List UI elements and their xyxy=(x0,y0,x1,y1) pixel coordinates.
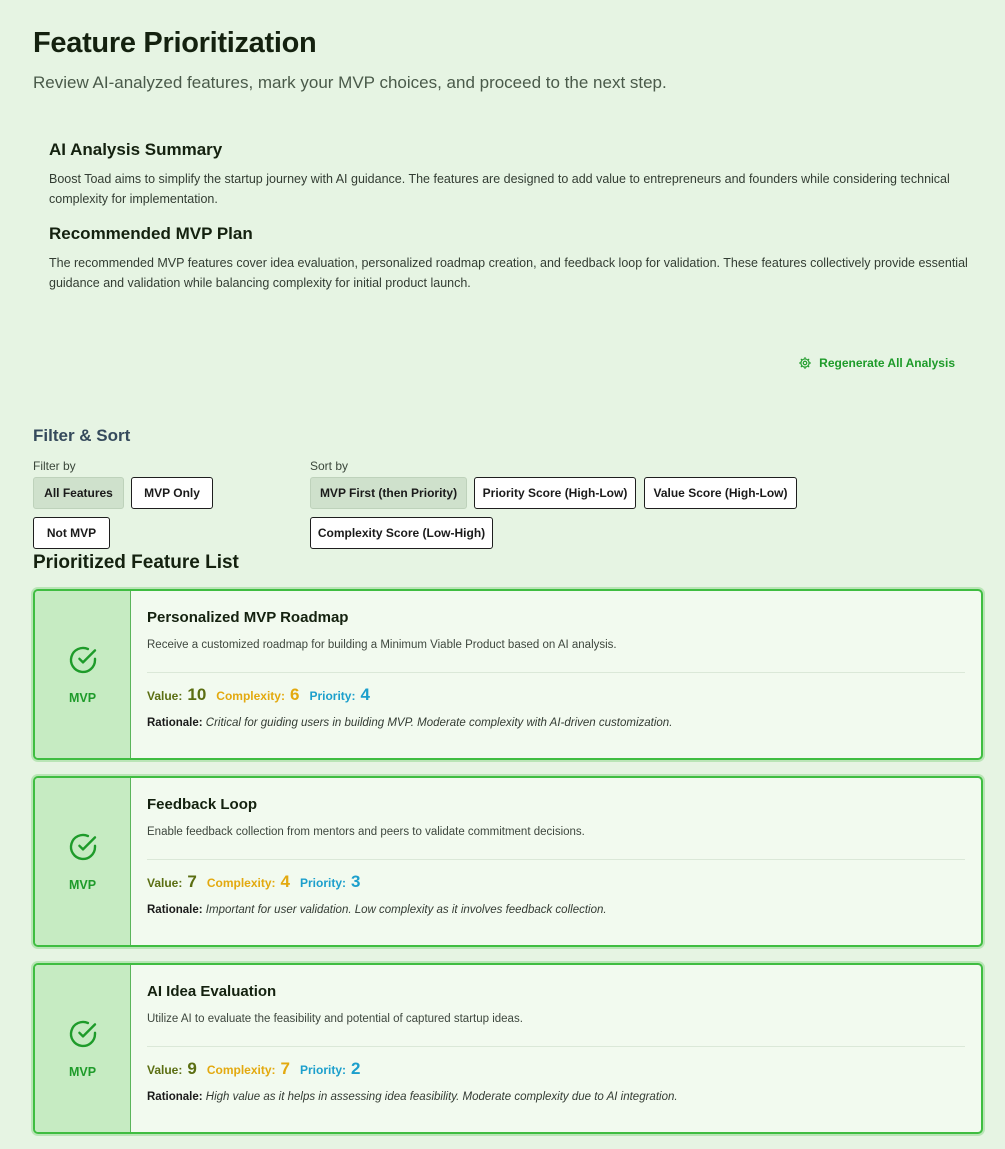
complexity-number: 4 xyxy=(280,872,290,891)
complexity-label: Complexity: xyxy=(206,876,276,890)
filter-all-features-button[interactable]: All Features xyxy=(33,477,124,509)
feature-rationale: Rationale: Important for user validation… xyxy=(147,904,965,916)
value-label: Value: xyxy=(147,876,183,890)
priority-number: 2 xyxy=(351,1059,361,1078)
feature-card[interactable]: MVP Personalized MVP Roadmap Receive a c… xyxy=(33,589,983,760)
rationale-label: Rationale: xyxy=(147,904,203,916)
filter-by-label: Filter by xyxy=(33,459,76,473)
feature-scores: Value: 7 Complexity: 4 Priority: 3 xyxy=(147,872,965,892)
priority-label: Priority: xyxy=(299,1063,346,1077)
value-label: Value: xyxy=(147,689,183,703)
priority-label: Priority: xyxy=(309,689,356,703)
sort-priority-score-button[interactable]: Priority Score (High-Low) xyxy=(474,477,636,509)
feature-card[interactable]: MVP Feedback Loop Enable feedback collec… xyxy=(33,776,983,947)
page-title: Feature Prioritization xyxy=(33,27,317,59)
mvp-badge: MVP xyxy=(68,691,97,705)
mvp-badge: MVP xyxy=(68,878,97,892)
priority-score: Priority: 2 xyxy=(300,1059,360,1079)
priority-number: 3 xyxy=(351,872,361,891)
mvp-toggle[interactable]: MVP xyxy=(35,778,131,945)
divider xyxy=(147,859,965,860)
value-number: 7 xyxy=(187,872,197,891)
mvp-toggle[interactable]: MVP xyxy=(35,591,131,758)
feature-name: Feedback Loop xyxy=(147,796,258,813)
complexity-score: Complexity: 4 xyxy=(207,872,290,892)
filter-not-mvp-button[interactable]: Not MVP xyxy=(33,517,110,549)
gear-icon xyxy=(799,357,811,369)
feature-scores: Value: 10 Complexity: 6 Priority: 4 xyxy=(147,685,965,705)
priority-score: Priority: 4 xyxy=(309,685,369,705)
sort-complexity-score-button[interactable]: Complexity Score (Low-High) xyxy=(310,517,493,549)
analysis-summary-text: Boost Toad aims to simplify the startup … xyxy=(49,172,950,206)
mvp-plan-text: The recommended MVP features cover idea … xyxy=(49,256,968,290)
complexity-score: Complexity: 7 xyxy=(207,1059,290,1079)
mvp-plan-heading: Recommended MVP Plan xyxy=(49,224,253,243)
value-label: Value: xyxy=(147,1063,183,1077)
regenerate-analysis-button[interactable]: Regenerate All Analysis xyxy=(798,356,955,370)
feature-card-body: AI Idea Evaluation Utilize AI to evaluat… xyxy=(131,965,981,1132)
feature-name: AI Idea Evaluation xyxy=(147,983,277,1000)
complexity-number: 7 xyxy=(280,1059,290,1078)
feature-rationale: Rationale: High value as it helps in ass… xyxy=(147,1091,965,1103)
sort-by-label: Sort by xyxy=(310,459,349,473)
complexity-score: Complexity: 6 xyxy=(216,685,299,705)
value-score: Value: 9 xyxy=(147,1059,197,1079)
priority-label: Priority: xyxy=(299,876,346,890)
filter-sort-title: Filter & Sort xyxy=(33,426,131,445)
priority-score: Priority: 3 xyxy=(300,872,360,892)
rationale-label: Rationale: xyxy=(147,717,203,729)
sort-mvp-first-button[interactable]: MVP First (then Priority) xyxy=(310,477,467,509)
divider xyxy=(147,672,965,673)
filter-mvp-only-button[interactable]: MVP Only xyxy=(131,477,213,509)
feature-description: Receive a customized roadmap for buildin… xyxy=(147,639,617,651)
value-number: 9 xyxy=(187,1059,197,1078)
feature-rationale: Rationale: Critical for guiding users in… xyxy=(147,717,965,729)
priority-number: 4 xyxy=(360,685,370,704)
feature-name: Personalized MVP Roadmap xyxy=(147,609,349,626)
page-subtitle: Review AI-analyzed features, mark your M… xyxy=(33,73,667,92)
rationale-text: Important for user validation. Low compl… xyxy=(205,904,607,916)
analysis-summary-heading: AI Analysis Summary xyxy=(49,140,223,159)
regenerate-analysis-label: Regenerate All Analysis xyxy=(819,356,955,370)
mvp-badge: MVP xyxy=(68,1065,97,1079)
check-circle-icon xyxy=(69,833,96,861)
feature-list-title: Prioritized Feature List xyxy=(33,552,239,573)
mvp-toggle[interactable]: MVP xyxy=(35,965,131,1132)
value-score: Value: 7 xyxy=(147,872,197,892)
sort-value-score-button[interactable]: Value Score (High-Low) xyxy=(644,477,797,509)
analysis-summary: AI Analysis Summary Boost Toad aims to s… xyxy=(49,140,969,308)
feature-card[interactable]: MVP AI Idea Evaluation Utilize AI to eva… xyxy=(33,963,983,1134)
feature-description: Utilize AI to evaluate the feasibility a… xyxy=(147,1013,523,1025)
rationale-text: High value as it helps in assessing idea… xyxy=(205,1091,678,1103)
divider xyxy=(147,1046,965,1047)
feature-card-body: Personalized MVP Roadmap Receive a custo… xyxy=(131,591,981,758)
complexity-number: 6 xyxy=(289,685,300,704)
check-circle-icon xyxy=(69,646,96,674)
value-score: Value: 10 xyxy=(147,685,206,705)
complexity-label: Complexity: xyxy=(206,1063,276,1077)
complexity-label: Complexity: xyxy=(216,689,285,703)
feature-scores: Value: 9 Complexity: 7 Priority: 2 xyxy=(147,1059,965,1079)
feature-card-body: Feedback Loop Enable feedback collection… xyxy=(131,778,981,945)
rationale-text: Critical for guiding users in building M… xyxy=(205,717,673,729)
feature-description: Enable feedback collection from mentors … xyxy=(147,826,585,838)
check-circle-icon xyxy=(69,1020,96,1048)
rationale-label: Rationale: xyxy=(147,1091,203,1103)
value-number: 10 xyxy=(187,685,207,704)
